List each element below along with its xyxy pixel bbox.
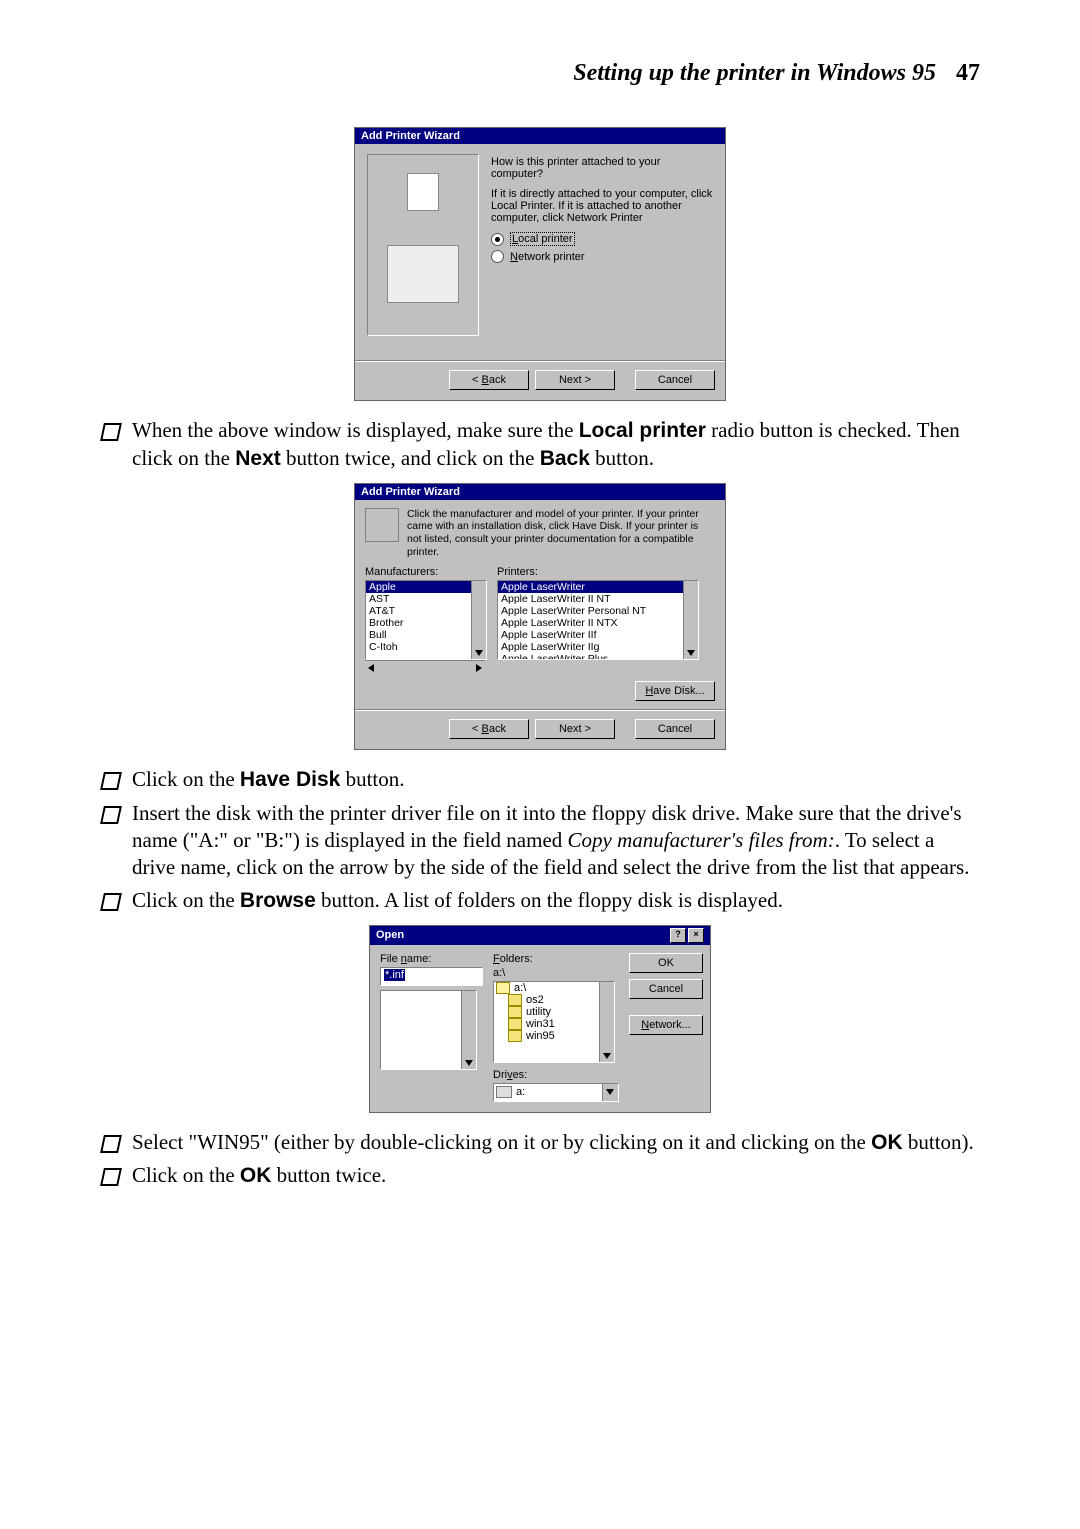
list-item[interactable]: Bull bbox=[366, 629, 486, 641]
list-item[interactable]: Apple LaserWriter IIf bbox=[498, 629, 698, 641]
scrollbar[interactable] bbox=[365, 660, 485, 675]
open-folder-icon bbox=[496, 982, 510, 994]
list-item[interactable]: AST bbox=[366, 593, 486, 605]
step-text: When the above window is displayed, make… bbox=[132, 417, 980, 473]
scrollbar[interactable] bbox=[683, 581, 698, 659]
step-item: Click on the OK button twice. bbox=[100, 1162, 980, 1190]
list-item[interactable]: Apple LaserWriter II NTX bbox=[498, 617, 698, 629]
folder-icon bbox=[508, 1006, 522, 1018]
radio-icon bbox=[491, 250, 504, 263]
chevron-down-icon[interactable] bbox=[602, 1084, 618, 1101]
add-printer-wizard-2: Add Printer Wizard Click the manufacture… bbox=[354, 483, 726, 750]
drive-value: a: bbox=[516, 1086, 525, 1098]
folder-icon bbox=[508, 1030, 522, 1042]
scrollbar[interactable] bbox=[461, 991, 476, 1069]
manufacturers-listbox[interactable]: Apple AST AT&T Brother Bull C-Itoh bbox=[365, 580, 487, 660]
step-item: Select "WIN95" (either by double-clickin… bbox=[100, 1129, 980, 1157]
network-button[interactable]: Network... bbox=[629, 1015, 703, 1035]
back-button[interactable]: < Back bbox=[449, 719, 529, 739]
printer-icon bbox=[365, 508, 399, 542]
radio-network-printer[interactable]: Network printer bbox=[491, 250, 713, 263]
wizard1-desc: If it is directly attached to your compu… bbox=[491, 188, 713, 224]
list-item[interactable]: Apple bbox=[366, 581, 486, 593]
radio-icon bbox=[491, 233, 504, 246]
folder-item[interactable]: win31 bbox=[494, 1018, 614, 1030]
header-title: Setting up the printer in Windows 95 bbox=[573, 60, 936, 86]
dialog-title: Add Printer Wizard bbox=[361, 130, 460, 142]
titlebar[interactable]: Add Printer Wizard bbox=[355, 484, 725, 500]
filename-label: File name: bbox=[380, 953, 483, 965]
bullet-icon bbox=[100, 804, 122, 822]
wizard2-desc: Click the manufacturer and model of your… bbox=[407, 508, 715, 558]
step-item: Click on the Have Disk button. bbox=[100, 766, 980, 794]
manufacturers-label: Manufacturers: bbox=[365, 566, 487, 578]
cancel-button[interactable]: Cancel bbox=[629, 979, 703, 999]
list-item[interactable]: Apple LaserWriter Personal NT bbox=[498, 605, 698, 617]
bullet-icon bbox=[100, 1133, 122, 1151]
folder-icon bbox=[508, 1018, 522, 1030]
dialog-title: Open bbox=[376, 929, 404, 941]
step-item: Insert the disk with the printer driver … bbox=[100, 800, 980, 881]
next-button[interactable]: Next > bbox=[535, 370, 615, 390]
page-header: Setting up the printer in Windows 95 47 bbox=[100, 60, 980, 87]
folder-item[interactable]: utility bbox=[494, 1006, 614, 1018]
ok-button[interactable]: OK bbox=[629, 953, 703, 973]
step-text: Click on the OK button twice. bbox=[132, 1162, 980, 1190]
drives-dropdown[interactable]: a: bbox=[493, 1083, 619, 1102]
bullet-icon bbox=[100, 770, 122, 788]
have-disk-button[interactable]: Have Disk... bbox=[635, 681, 715, 701]
scrollbar[interactable] bbox=[471, 581, 486, 659]
dialog-title: Add Printer Wizard bbox=[361, 486, 460, 498]
bullet-icon bbox=[100, 1166, 122, 1184]
next-button[interactable]: Next > bbox=[535, 719, 615, 739]
folders-listbox[interactable]: a:\ os2 utility win31 win95 bbox=[493, 981, 615, 1063]
folder-item[interactable]: a:\ bbox=[494, 982, 614, 994]
list-item[interactable]: Apple LaserWriter Plus bbox=[498, 653, 698, 660]
close-icon[interactable]: × bbox=[688, 928, 704, 943]
list-item[interactable]: Apple LaserWriter bbox=[498, 581, 698, 593]
current-path: a:\ bbox=[493, 967, 619, 979]
titlebar[interactable]: Open ? × bbox=[370, 926, 710, 945]
add-printer-wizard-1: Add Printer Wizard How is this printer a… bbox=[354, 127, 726, 401]
bullet-icon bbox=[100, 421, 122, 439]
radio-label: Local printer bbox=[510, 232, 575, 246]
titlebar[interactable]: Add Printer Wizard bbox=[355, 128, 725, 144]
radio-label: Network printer bbox=[510, 251, 585, 263]
wizard-graphic bbox=[367, 154, 479, 336]
open-dialog: Open ? × File name: *.inf Folders: a:\ a… bbox=[369, 925, 711, 1113]
folder-icon bbox=[508, 994, 522, 1006]
list-item[interactable]: Apple LaserWriter II NT bbox=[498, 593, 698, 605]
step-item: When the above window is displayed, make… bbox=[100, 417, 980, 473]
filename-listbox[interactable] bbox=[380, 990, 477, 1070]
step-item: Click on the Browse button. A list of fo… bbox=[100, 887, 980, 915]
step-text: Click on the Have Disk button. bbox=[132, 766, 980, 794]
step-text: Select "WIN95" (either by double-clickin… bbox=[132, 1129, 980, 1157]
list-item[interactable]: Apple LaserWriter IIg bbox=[498, 641, 698, 653]
floppy-icon bbox=[496, 1086, 512, 1098]
help-icon[interactable]: ? bbox=[670, 928, 686, 943]
list-item[interactable]: C-Itoh bbox=[366, 641, 486, 653]
list-item[interactable]: AT&T bbox=[366, 605, 486, 617]
radio-local-printer[interactable]: Local printer bbox=[491, 232, 713, 246]
back-button[interactable]: < Back bbox=[449, 370, 529, 390]
printers-listbox[interactable]: Apple LaserWriter Apple LaserWriter II N… bbox=[497, 580, 699, 660]
page-number: 47 bbox=[956, 60, 980, 86]
step-text: Insert the disk with the printer driver … bbox=[132, 800, 980, 881]
cancel-button[interactable]: Cancel bbox=[635, 370, 715, 390]
scrollbar[interactable] bbox=[599, 982, 614, 1062]
filename-field[interactable]: *.inf bbox=[380, 967, 483, 986]
wizard1-question: How is this printer attached to your com… bbox=[491, 156, 713, 180]
printers-label: Printers: bbox=[497, 566, 699, 578]
folders-label: Folders: bbox=[493, 953, 619, 965]
folder-item[interactable]: os2 bbox=[494, 994, 614, 1006]
bullet-icon bbox=[100, 891, 122, 909]
cancel-button[interactable]: Cancel bbox=[635, 719, 715, 739]
drives-label: Drives: bbox=[493, 1069, 619, 1081]
folder-item[interactable]: win95 bbox=[494, 1030, 614, 1042]
step-text: Click on the Browse button. A list of fo… bbox=[132, 887, 980, 915]
list-item[interactable]: Brother bbox=[366, 617, 486, 629]
